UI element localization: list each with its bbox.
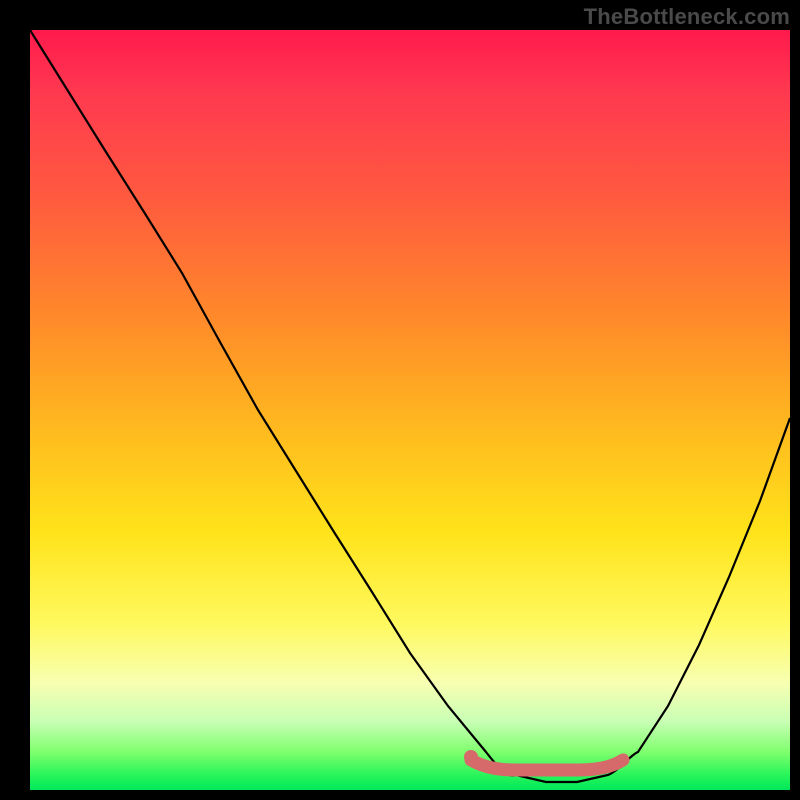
bottleneck-curve <box>30 30 790 782</box>
plot-area <box>30 30 790 790</box>
bottleneck-curve-svg <box>30 30 790 790</box>
highlight-band <box>471 760 623 770</box>
highlight-marker <box>464 750 478 764</box>
chart-frame: TheBottleneck.com <box>0 0 800 800</box>
watermark-text: TheBottleneck.com <box>584 4 790 30</box>
